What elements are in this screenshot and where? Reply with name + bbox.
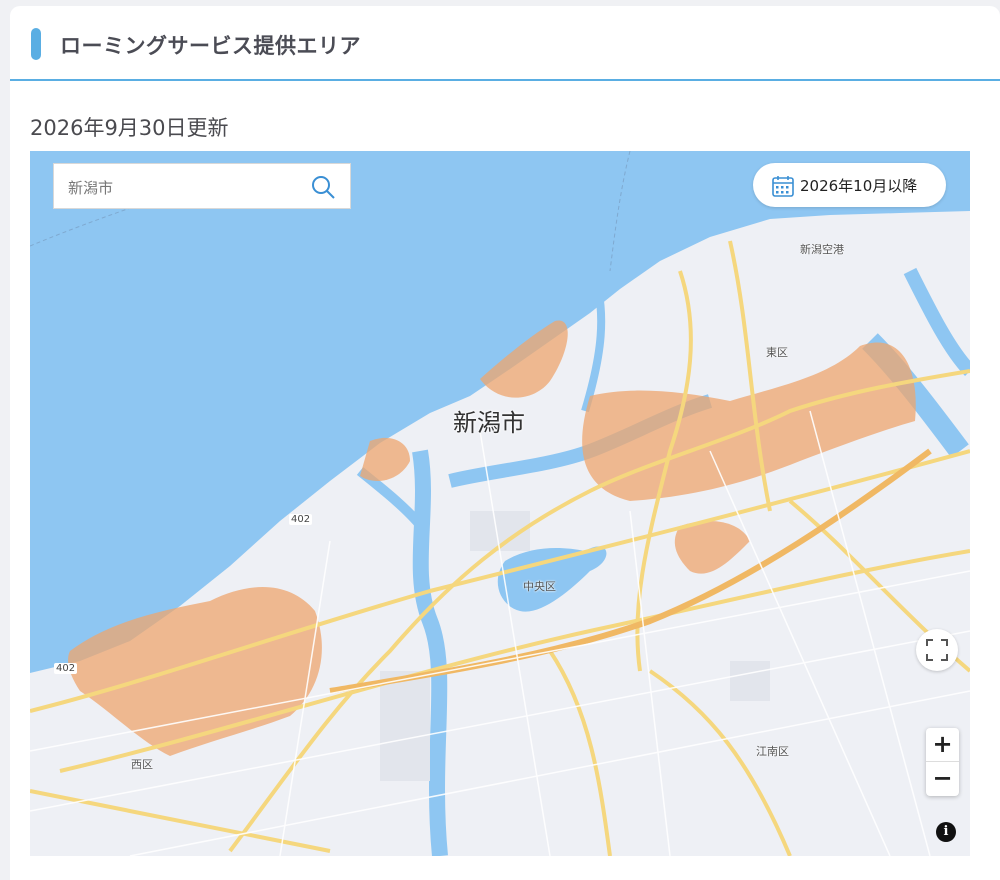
card-header: ローミングサービス提供エリア	[10, 6, 1000, 81]
fullscreen-icon	[926, 639, 948, 661]
label-nishi-ward: 西区	[131, 758, 153, 771]
fullscreen-button[interactable]	[916, 629, 958, 671]
zoom-out-button[interactable]: −	[926, 762, 959, 796]
coverage-map[interactable]: 新潟市 新潟空港 東区 中央区 西区 江南区 402 402 新潟市 2026年…	[30, 151, 970, 856]
search-box[interactable]: 新潟市	[53, 163, 351, 209]
page-title: ローミングサービス提供エリア	[60, 34, 361, 58]
search-icon[interactable]	[310, 174, 336, 200]
updated-date: 2026年9月30日更新	[30, 116, 229, 140]
info-button[interactable]: i	[936, 822, 956, 842]
calendar-icon	[772, 176, 794, 197]
city-label: 新潟市	[453, 409, 525, 437]
label-chuo-ward: 中央区	[523, 580, 556, 593]
zoom-control: + −	[926, 728, 959, 796]
label-airport: 新潟空港	[800, 243, 844, 256]
route-402-label: 402	[54, 663, 78, 674]
date-selector-button[interactable]: 2026年10月以降	[753, 163, 946, 207]
label-konan-ward: 江南区	[756, 745, 789, 758]
date-selector-label: 2026年10月以降	[800, 177, 918, 195]
search-input[interactable]: 新潟市	[68, 177, 113, 198]
title-accent-bar	[31, 28, 41, 60]
label-higashi-ward: 東区	[766, 346, 788, 359]
area-card: ローミングサービス提供エリア 2026年9月30日更新 新潟市 新潟空港 東区 …	[10, 6, 1000, 880]
route-402-label: 402	[289, 514, 313, 525]
zoom-in-button[interactable]: +	[926, 728, 959, 762]
